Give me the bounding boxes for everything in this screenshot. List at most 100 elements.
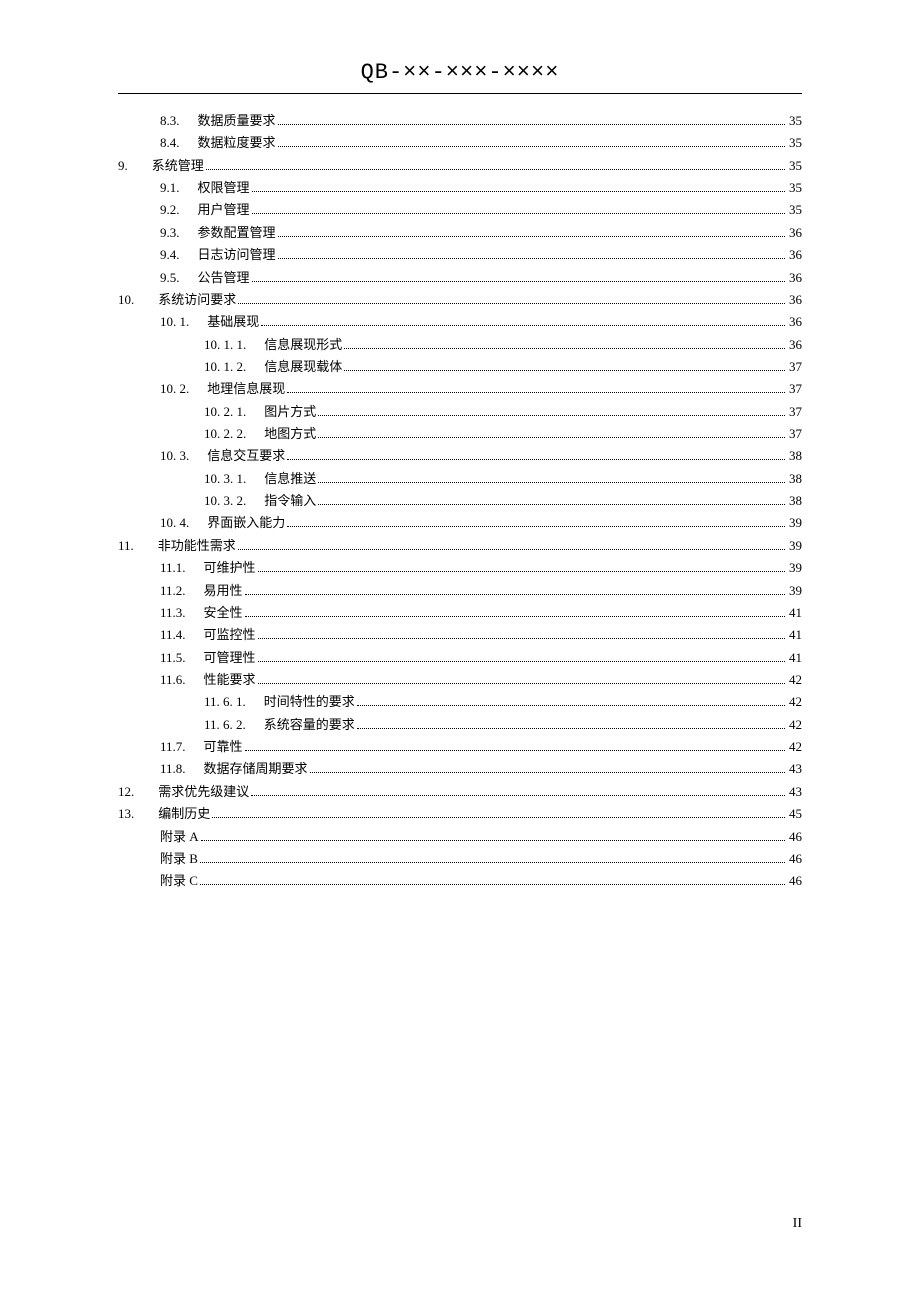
toc-entry-title: 用户管理 — [198, 199, 250, 221]
toc-entry: 10. 1. 2. 信息展现载体 37 — [118, 356, 802, 378]
toc-entry-title: 信息展现载体 — [264, 356, 342, 378]
toc-leader-dots — [278, 115, 785, 125]
toc-entry-page: 37 — [787, 423, 802, 445]
toc-entry: 11.2.易用性39 — [118, 580, 802, 602]
toc-entry: 9.4.日志访问管理36 — [118, 244, 802, 266]
toc-entry: 10. 3. 1.信息推送38 — [118, 468, 802, 490]
toc-entry-number: 10. 1. — [160, 311, 189, 333]
toc-entry: 11. 6. 1.时间特性的要求42 — [118, 691, 802, 713]
toc-entry-page: 41 — [787, 602, 802, 624]
toc-entry-page: 43 — [787, 781, 802, 803]
toc-entry: 9.5.公告管理36 — [118, 267, 802, 289]
toc-entry-title: 编制历史 — [158, 803, 210, 825]
toc-entry-page: 37 — [787, 356, 802, 378]
toc-entry-number: 10. 4. — [160, 512, 189, 534]
toc-entry: 11.8. 数据存储周期要求 43 — [118, 758, 802, 780]
toc-entry-number: 11. — [118, 535, 134, 557]
toc-entry-page: 35 — [787, 199, 802, 221]
toc-entry: 10. 1. 1.信息展现形式36 — [118, 334, 802, 356]
toc-entry-title: 安全性 — [204, 602, 243, 624]
toc-entry-title: 信息交互要求 — [207, 445, 285, 467]
toc-entry: 10. 3. 信息交互要求 38 — [118, 445, 802, 467]
page-number: II — [793, 1216, 802, 1232]
toc-entry-title: 性能要求 — [204, 669, 256, 691]
toc-entry-number: 10. 2. — [160, 378, 189, 400]
toc-leader-dots — [200, 875, 785, 885]
toc-entry-title: 地理信息展现 — [207, 378, 285, 400]
toc-entry: 9.2.用户管理35 — [118, 199, 802, 221]
toc-entry-page: 37 — [787, 378, 802, 400]
toc-entry-page: 36 — [787, 244, 802, 266]
toc-entry-title: 附录 C — [160, 870, 198, 892]
toc-entry: 附录 C46 — [118, 870, 802, 892]
toc-entry-number: 11.4. — [160, 624, 186, 646]
toc-leader-dots — [258, 629, 785, 639]
toc-entry-title: 数据存储周期要求 — [204, 758, 308, 780]
toc-entry-page: 42 — [787, 714, 802, 736]
table-of-contents: 8.3.数据质量要求358.4.数据粒度要求359.系统管理359.1.权限管理… — [118, 110, 802, 893]
toc-leader-dots — [278, 227, 785, 237]
toc-entry: 附录 B46 — [118, 848, 802, 870]
toc-entry-page: 36 — [787, 334, 802, 356]
toc-leader-dots — [261, 316, 785, 326]
toc-leader-dots — [278, 137, 785, 147]
toc-entry-number: 9.4. — [160, 244, 180, 266]
toc-entry-title: 可维护性 — [204, 557, 256, 579]
toc-entry-number: 10. 3. 2. — [204, 490, 246, 512]
toc-leader-dots — [252, 204, 785, 214]
toc-entry-page: 39 — [787, 557, 802, 579]
toc-leader-dots — [278, 249, 785, 259]
toc-leader-dots — [252, 271, 785, 281]
toc-leader-dots — [252, 182, 785, 192]
toc-entry-number: 10. 2. 2. — [204, 423, 246, 445]
toc-entry-page: 39 — [787, 580, 802, 602]
toc-entry: 10.系统访问要求36 — [118, 289, 802, 311]
toc-entry-number: 11.8. — [160, 758, 186, 780]
toc-entry-title: 系统容量的要求 — [264, 714, 355, 736]
toc-entry-number: 10. 1. 2. — [204, 356, 246, 378]
toc-entry-number: 12. — [118, 781, 134, 803]
toc-entry-number: 10. 3. — [160, 445, 189, 467]
toc-leader-dots — [245, 584, 785, 594]
toc-leader-dots — [318, 495, 785, 505]
toc-entry-number: 11.1. — [160, 557, 186, 579]
toc-leader-dots — [258, 562, 785, 572]
toc-entry-number: 11.7. — [160, 736, 186, 758]
toc-entry-title: 界面嵌入能力 — [207, 512, 285, 534]
toc-entry-page: 43 — [787, 758, 802, 780]
toc-entry: 11.1. 可维护性 39 — [118, 557, 802, 579]
toc-leader-dots — [310, 763, 785, 773]
toc-entry: 11.3. 安全性 41 — [118, 602, 802, 624]
toc-entry-page: 35 — [787, 155, 802, 177]
document-page: QB-××-×××-×××× 8.3.数据质量要求358.4.数据粒度要求359… — [0, 0, 920, 893]
toc-entry-page: 46 — [787, 848, 802, 870]
toc-entry-number: 11. 6. 2. — [204, 714, 246, 736]
toc-entry-page: 46 — [787, 826, 802, 848]
toc-leader-dots — [287, 383, 785, 393]
toc-entry-title: 指令输入 — [264, 490, 316, 512]
toc-entry-page: 36 — [787, 311, 802, 333]
toc-entry-title: 信息推送 — [264, 468, 316, 490]
toc-entry-title: 参数配置管理 — [198, 222, 276, 244]
toc-entry-number: 11.6. — [160, 669, 186, 691]
toc-entry-title: 时间特性的要求 — [264, 691, 355, 713]
toc-entry-number: 11.3. — [160, 602, 186, 624]
toc-entry: 8.3.数据质量要求35 — [118, 110, 802, 132]
toc-entry-title: 权限管理 — [198, 177, 250, 199]
toc-entry-page: 38 — [787, 445, 802, 467]
toc-entry-title: 附录 A — [160, 826, 199, 848]
toc-entry-number: 10. 3. 1. — [204, 468, 246, 490]
toc-entry-number: 11. 6. 1. — [204, 691, 246, 713]
toc-entry-page: 36 — [787, 222, 802, 244]
toc-entry-title: 可靠性 — [204, 736, 243, 758]
toc-entry: 11.非功能性需求39 — [118, 535, 802, 557]
toc-entry-number: 13. — [118, 803, 134, 825]
toc-entry-page: 41 — [787, 624, 802, 646]
toc-entry-number: 10. — [118, 289, 134, 311]
toc-entry-number: 9.1. — [160, 177, 180, 199]
toc-entry: 10. 1.基础展现36 — [118, 311, 802, 333]
toc-entry: 11.4.可监控性41 — [118, 624, 802, 646]
toc-entry-title: 数据粒度要求 — [198, 132, 276, 154]
toc-entry-page: 36 — [787, 289, 802, 311]
toc-entry-title: 易用性 — [204, 580, 243, 602]
